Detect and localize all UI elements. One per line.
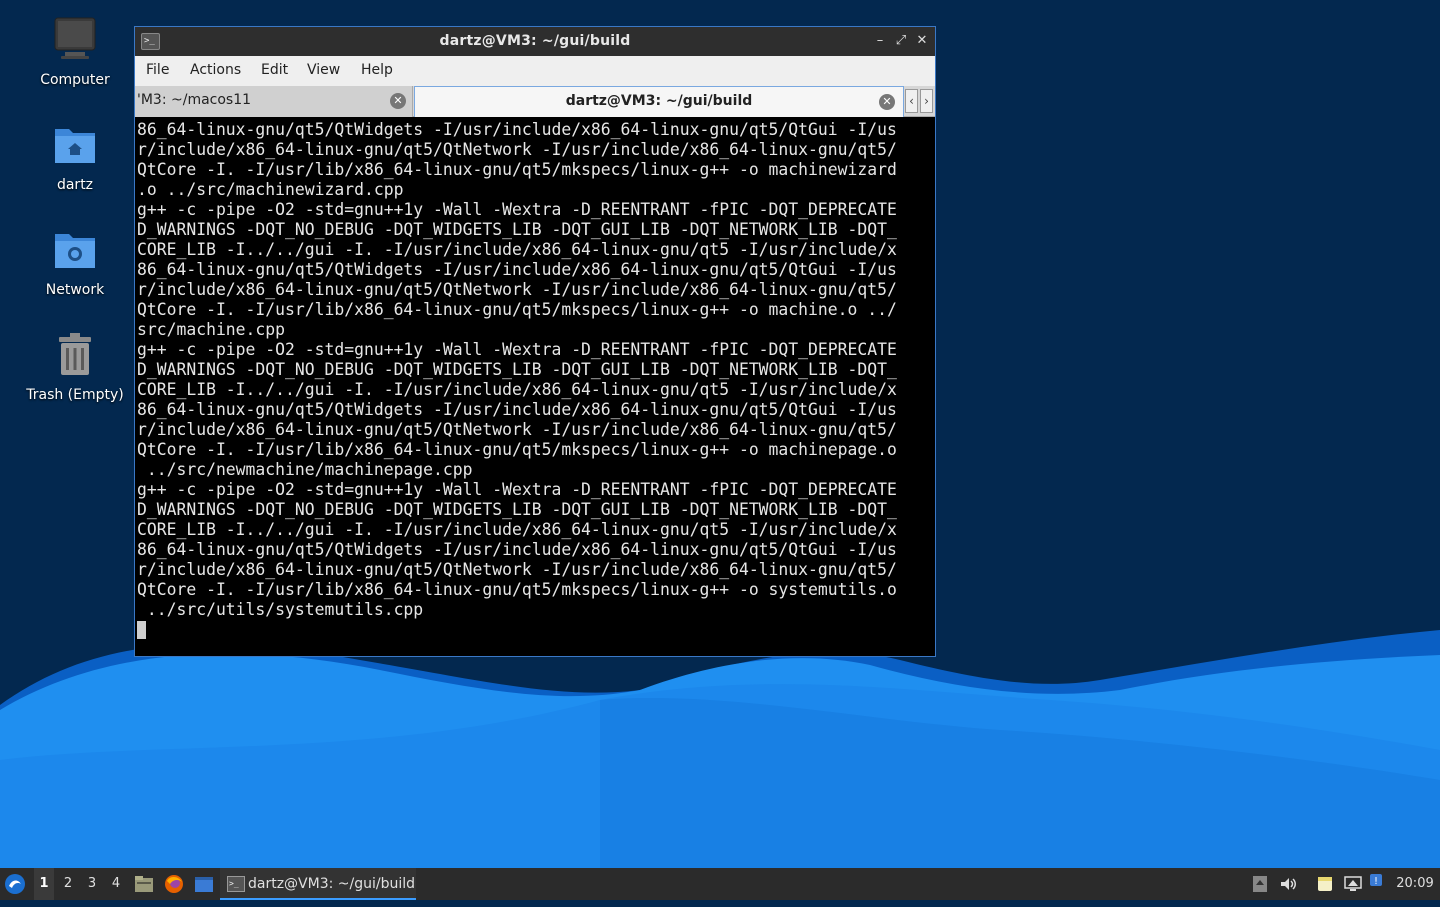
menu-bar: File Actions Edit View Help <box>135 56 935 86</box>
start-menu-button[interactable] <box>4 868 30 900</box>
menu-file[interactable]: File <box>146 62 169 78</box>
terminal-line: g++ -c -pipe -O2 -std=gnu++1y -Wall -Wex… <box>137 200 897 219</box>
terminal-line: D_WARNINGS -DQT_NO_DEBUG -DQT_WIDGETS_LI… <box>137 500 897 519</box>
tab-label: 'M3: ~/macos11 <box>137 92 252 108</box>
tab-macos11[interactable]: 'M3: ~/macos11 ✕ <box>135 86 413 117</box>
terminal-line: QtCore -I. -I/usr/lib/x86_64-linux-gnu/q… <box>137 580 897 599</box>
terminal-line: ../src/utils/systemutils.cpp <box>137 600 424 619</box>
terminal-line: D_WARNINGS -DQT_NO_DEBUG -DQT_WIDGETS_LI… <box>137 220 897 239</box>
workspace-3-button[interactable]: 3 <box>82 868 102 900</box>
taskbar: 1 2 3 4 >_ dartz@VM3: ~/gui/build ! 20:0… <box>0 868 1440 900</box>
terminal-text: 86_64-linux-gnu/qt5/QtWidgets -I/usr/inc… <box>137 119 934 620</box>
firefox-icon[interactable] <box>164 874 184 894</box>
menu-view[interactable]: View <box>307 62 340 78</box>
desktop-icon-label: Computer <box>40 72 110 88</box>
terminal-output[interactable]: 86_64-linux-gnu/qt5/QtWidgets -I/usr/inc… <box>137 119 934 655</box>
maximize-button[interactable]: ⤢ <box>892 32 910 50</box>
terminal-line: QtCore -I. -I/usr/lib/x86_64-linux-gnu/q… <box>137 160 897 179</box>
terminal-cursor <box>137 621 146 639</box>
desktop-icon-home[interactable]: dartz <box>10 121 140 193</box>
desktop-icon-trash[interactable]: Trash (Empty) <box>10 331 140 403</box>
desktop-icon-label: Network <box>45 282 105 298</box>
tab-scroll-right-icon[interactable]: › <box>920 89 933 113</box>
terminal-line: 86_64-linux-gnu/qt5/QtWidgets -I/usr/inc… <box>137 120 897 139</box>
terminal-line: r/include/x86_64-linux-gnu/qt5/QtNetwork… <box>137 280 897 299</box>
tab-label: dartz@VM3: ~/gui/build <box>565 93 753 109</box>
terminal-line: r/include/x86_64-linux-gnu/qt5/QtNetwork… <box>137 140 897 159</box>
clock[interactable]: 20:09 <box>1392 868 1438 900</box>
taskbar-task-terminal[interactable]: >_ dartz@VM3: ~/gui/build <box>220 868 416 900</box>
minimize-button[interactable]: – <box>871 32 889 50</box>
terminal-line: g++ -c -pipe -O2 -std=gnu++1y -Wall -Wex… <box>137 480 897 499</box>
window-titlebar[interactable]: >_ dartz@VM3: ~/gui/build – ⤢ ✕ <box>135 27 935 56</box>
terminal-line: CORE_LIB -I../../gui -I. -I/usr/include/… <box>137 240 897 259</box>
menu-edit[interactable]: Edit <box>261 62 288 78</box>
menu-help[interactable]: Help <box>361 62 393 78</box>
lubuntu-logo-icon <box>5 874 25 894</box>
tab-gui-build[interactable]: dartz@VM3: ~/gui/build ✕ <box>414 86 904 117</box>
desktop-icon-label: dartz <box>56 177 94 193</box>
close-button[interactable]: ✕ <box>913 32 931 50</box>
terminal-line: r/include/x86_64-linux-gnu/qt5/QtNetwork… <box>137 420 897 439</box>
task-label: dartz@VM3: ~/gui/build <box>248 876 416 892</box>
terminal-line: src/machine.cpp <box>137 320 286 339</box>
terminal-line: QtCore -I. -I/usr/lib/x86_64-linux-gnu/q… <box>137 300 897 319</box>
terminal-line: CORE_LIB -I../../gui -I. -I/usr/include/… <box>137 520 897 539</box>
tab-bar: 'M3: ~/macos11 ✕ dartz@VM3: ~/gui/build … <box>135 86 935 117</box>
workspace-2-button[interactable]: 2 <box>58 868 78 900</box>
terminal-line: 86_64-linux-gnu/qt5/QtWidgets -I/usr/inc… <box>137 540 897 559</box>
terminal-window[interactable]: >_ dartz@VM3: ~/gui/build – ⤢ ✕ File Act… <box>134 26 936 657</box>
network-folder-icon <box>55 234 95 268</box>
terminal-line: 86_64-linux-gnu/qt5/QtWidgets -I/usr/inc… <box>137 400 897 419</box>
svg-text:!: ! <box>1374 876 1378 887</box>
terminal-icon: >_ <box>227 876 245 892</box>
show-desktop-icon[interactable] <box>194 874 214 894</box>
home-folder-icon <box>55 129 95 163</box>
terminal-line: 86_64-linux-gnu/qt5/QtWidgets -I/usr/inc… <box>137 260 897 279</box>
tab-close-icon[interactable]: ✕ <box>390 93 406 109</box>
tab-close-icon[interactable]: ✕ <box>879 94 895 110</box>
desktop-icon-network[interactable]: Network <box>10 226 140 298</box>
workspace-4-button[interactable]: 4 <box>106 868 126 900</box>
network-tray-icon[interactable] <box>1344 875 1362 893</box>
tab-scroll-left-icon[interactable]: ‹ <box>905 89 918 113</box>
clipboard-icon[interactable] <box>1251 875 1269 893</box>
computer-icon <box>54 17 96 59</box>
desktop-icon-computer[interactable]: Computer <box>10 16 140 88</box>
notes-icon[interactable] <box>1316 875 1334 893</box>
terminal-line: ../src/newmachine/machinepage.cpp <box>137 460 473 479</box>
workspace-1-button[interactable]: 1 <box>34 868 54 900</box>
file-manager-icon[interactable] <box>134 874 154 894</box>
desktop-icon-label: Trash (Empty) <box>26 387 124 403</box>
menu-actions[interactable]: Actions <box>190 62 241 78</box>
volume-icon[interactable] <box>1279 875 1297 893</box>
trash-icon <box>59 333 91 375</box>
terminal-line: .o ../src/machinewizard.cpp <box>137 180 404 199</box>
update-icon[interactable]: ! <box>1368 872 1386 890</box>
window-title: dartz@VM3: ~/gui/build <box>439 33 631 49</box>
terminal-line: r/include/x86_64-linux-gnu/qt5/QtNetwork… <box>137 560 897 579</box>
terminal-line: QtCore -I. -I/usr/lib/x86_64-linux-gnu/q… <box>137 440 897 459</box>
terminal-line: CORE_LIB -I../../gui -I. -I/usr/include/… <box>137 380 897 399</box>
terminal-line: D_WARNINGS -DQT_NO_DEBUG -DQT_WIDGETS_LI… <box>137 360 897 379</box>
terminal-line: g++ -c -pipe -O2 -std=gnu++1y -Wall -Wex… <box>137 340 897 359</box>
